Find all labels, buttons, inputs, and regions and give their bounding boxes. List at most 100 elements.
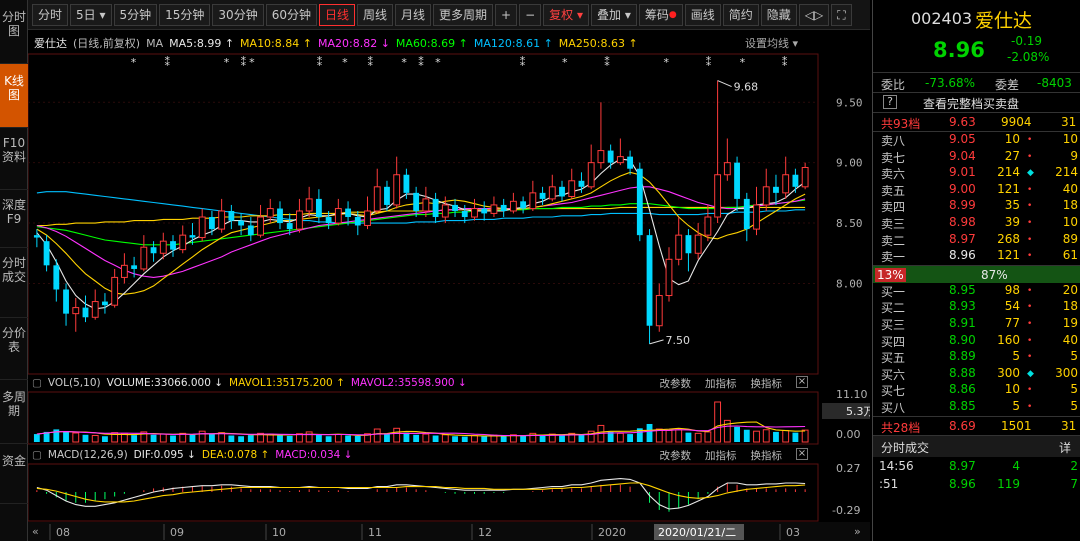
btn-overlay[interactable]: 叠加 ▾ xyxy=(591,3,637,26)
ticks-detail-button[interactable]: 详 xyxy=(1059,439,1071,456)
nav-kline[interactable]: K线图 xyxy=(0,64,28,128)
event-marker-icon[interactable]: * xyxy=(131,56,137,69)
ask-row[interactable]: 卖六 9.01 214 ◆ 214 xyxy=(873,165,1080,182)
candle-body xyxy=(354,217,361,226)
btn-weekly[interactable]: 周线 xyxy=(357,3,394,26)
volume-bar xyxy=(403,432,410,442)
fullscreen-icon[interactable]: ⛶ xyxy=(831,3,852,26)
bid-row[interactable]: 买四 8.90 160 • 40 xyxy=(873,333,1080,350)
full-depth-row[interactable]: ? 查看完整档买卖盘 xyxy=(873,92,1080,112)
btn-daily[interactable]: 日线 xyxy=(318,3,355,26)
volume-bar xyxy=(762,429,770,443)
volume-bar xyxy=(354,435,361,442)
info-star-icon[interactable]: ⁑ xyxy=(782,56,788,69)
candle-body xyxy=(413,192,420,211)
info-star-icon[interactable]: ⁑ xyxy=(604,56,610,69)
candle-body xyxy=(743,198,750,230)
ask-label: 卖四 xyxy=(881,200,906,215)
ask-row[interactable]: 卖八 9.05 10 • 10 xyxy=(873,132,1080,149)
info-star-icon[interactable]: ⁑ xyxy=(241,56,247,69)
kline-chart[interactable]: 9.509.008.508.009.687.50* ⁑ * ⁑ * ⁑ * ⁑ * ⁑ * ⁑ * ⁑ * ⁑… xyxy=(28,30,870,541)
info-star-icon[interactable]: ⁑ xyxy=(520,56,526,69)
nav-depth[interactable]: 深度F9 xyxy=(0,190,28,248)
bid-extra: 5 xyxy=(1070,349,1078,364)
btn-5day[interactable]: 5日 ▾ xyxy=(70,3,112,26)
bid-row[interactable]: 买二 8.93 54 • 18 xyxy=(873,299,1080,316)
bid-row[interactable]: 买三 8.91 77 • 19 xyxy=(873,316,1080,333)
zoom-out-button[interactable]: − xyxy=(519,3,542,26)
ask-extra: 10 xyxy=(1062,214,1078,229)
btn-60min[interactable]: 60分钟 xyxy=(265,3,317,26)
event-marker-icon[interactable]: * xyxy=(342,56,348,69)
event-marker-icon[interactable]: * xyxy=(224,56,230,69)
nav-ticks[interactable]: 分时成交 xyxy=(0,248,28,318)
info-star-icon[interactable]: ⁑ xyxy=(418,56,424,69)
ask-extra: 61 xyxy=(1062,248,1078,263)
bid-row[interactable]: 买一 8.95 98 • 20 xyxy=(873,283,1080,300)
volume-bar xyxy=(704,431,712,443)
bid-row[interactable]: 买七 8.86 10 • 5 xyxy=(873,382,1080,399)
nav-intraday[interactable]: 分时图 xyxy=(0,0,28,64)
full-depth-link[interactable]: 查看完整档买卖盘 xyxy=(923,95,1019,112)
dot-icon: • xyxy=(1027,352,1033,363)
candle-body xyxy=(305,198,313,212)
scroll-right-icon[interactable]: » xyxy=(854,525,861,538)
help-icon[interactable]: ? xyxy=(883,95,897,109)
bid-price: 8.88 xyxy=(949,365,976,380)
dif-line xyxy=(36,478,806,510)
bid-row[interactable]: 买八 8.85 5 • 5 xyxy=(873,399,1080,416)
nav-f10[interactable]: F10资料 xyxy=(0,128,28,190)
zoom-in-button[interactable]: + xyxy=(495,3,518,26)
volume-bar xyxy=(159,433,167,443)
macd-tick-label: -0.29 xyxy=(832,504,860,517)
bid-row[interactable]: 买六 8.88 300 ◆ 300 xyxy=(873,366,1080,383)
info-star-icon[interactable]: ⁑ xyxy=(317,56,323,69)
event-marker-icon[interactable]: * xyxy=(401,56,407,69)
tick-time: 14:56 xyxy=(879,458,914,473)
dot-icon: • xyxy=(1027,285,1033,296)
btn-draw[interactable]: 画线 xyxy=(684,3,721,26)
ask-row[interactable]: 卖七 9.04 27 • 9 xyxy=(873,149,1080,166)
candle-body xyxy=(403,174,410,193)
ask-row[interactable]: 卖三 8.98 39 • 10 xyxy=(873,215,1080,232)
btn-monthly[interactable]: 月线 xyxy=(395,3,432,26)
btn-intraday[interactable]: 分时 xyxy=(32,3,69,26)
btn-simple[interactable]: 简约 xyxy=(722,3,759,26)
bid-row[interactable]: 买五 8.89 5 • 5 xyxy=(873,349,1080,366)
scroll-left-icon[interactable]: « xyxy=(32,525,39,538)
ask-row[interactable]: 卖五 9.00 121 • 40 xyxy=(873,182,1080,199)
ask-price: 9.04 xyxy=(949,148,976,163)
info-star-icon[interactable]: ⁑ xyxy=(706,56,712,69)
nav-price-table[interactable]: 分价表 xyxy=(0,318,28,380)
event-marker-icon[interactable]: * xyxy=(663,56,669,69)
btn-15min[interactable]: 15分钟 xyxy=(159,3,211,26)
ask-row[interactable]: 卖四 8.99 35 • 18 xyxy=(873,198,1080,215)
event-marker-icon[interactable]: * xyxy=(249,56,255,69)
ask-price: 9.05 xyxy=(949,132,976,146)
event-marker-icon[interactable]: * xyxy=(435,56,441,69)
x-tick-label: 10 xyxy=(272,526,286,539)
high-label: 9.68 xyxy=(734,81,759,94)
event-marker-icon[interactable]: * xyxy=(562,56,568,69)
nav-multi-period[interactable]: 多周期 xyxy=(0,380,28,444)
btn-30min[interactable]: 30分钟 xyxy=(212,3,264,26)
bid-price: 8.95 xyxy=(949,282,976,297)
btn-more-periods[interactable]: 更多周期 xyxy=(433,3,494,26)
ask-row[interactable]: 卖二 8.97 268 • 89 xyxy=(873,232,1080,249)
ask-label: 卖三 xyxy=(881,216,906,231)
nav-capital[interactable]: 资金 xyxy=(0,444,28,504)
btn-hide[interactable]: 隐藏 xyxy=(760,3,797,26)
btn-chips[interactable]: 筹码● xyxy=(638,3,683,26)
ask-row[interactable]: 卖一 8.96 121 • 61 xyxy=(873,248,1080,265)
candle-body xyxy=(72,307,80,315)
btn-adjust[interactable]: 复权 ▾ xyxy=(543,3,590,26)
collapse-icon[interactable]: ◁▷ xyxy=(798,3,830,26)
info-star-icon[interactable]: ⁑ xyxy=(165,56,171,69)
event-marker-icon[interactable]: * xyxy=(740,56,746,69)
volume-bar xyxy=(305,431,313,443)
bid-price: 8.86 xyxy=(949,382,976,397)
info-star-icon[interactable]: ⁑ xyxy=(368,56,374,69)
volume-bar xyxy=(422,433,430,443)
bid-extra: 18 xyxy=(1062,299,1078,314)
btn-5min[interactable]: 5分钟 xyxy=(113,3,158,26)
